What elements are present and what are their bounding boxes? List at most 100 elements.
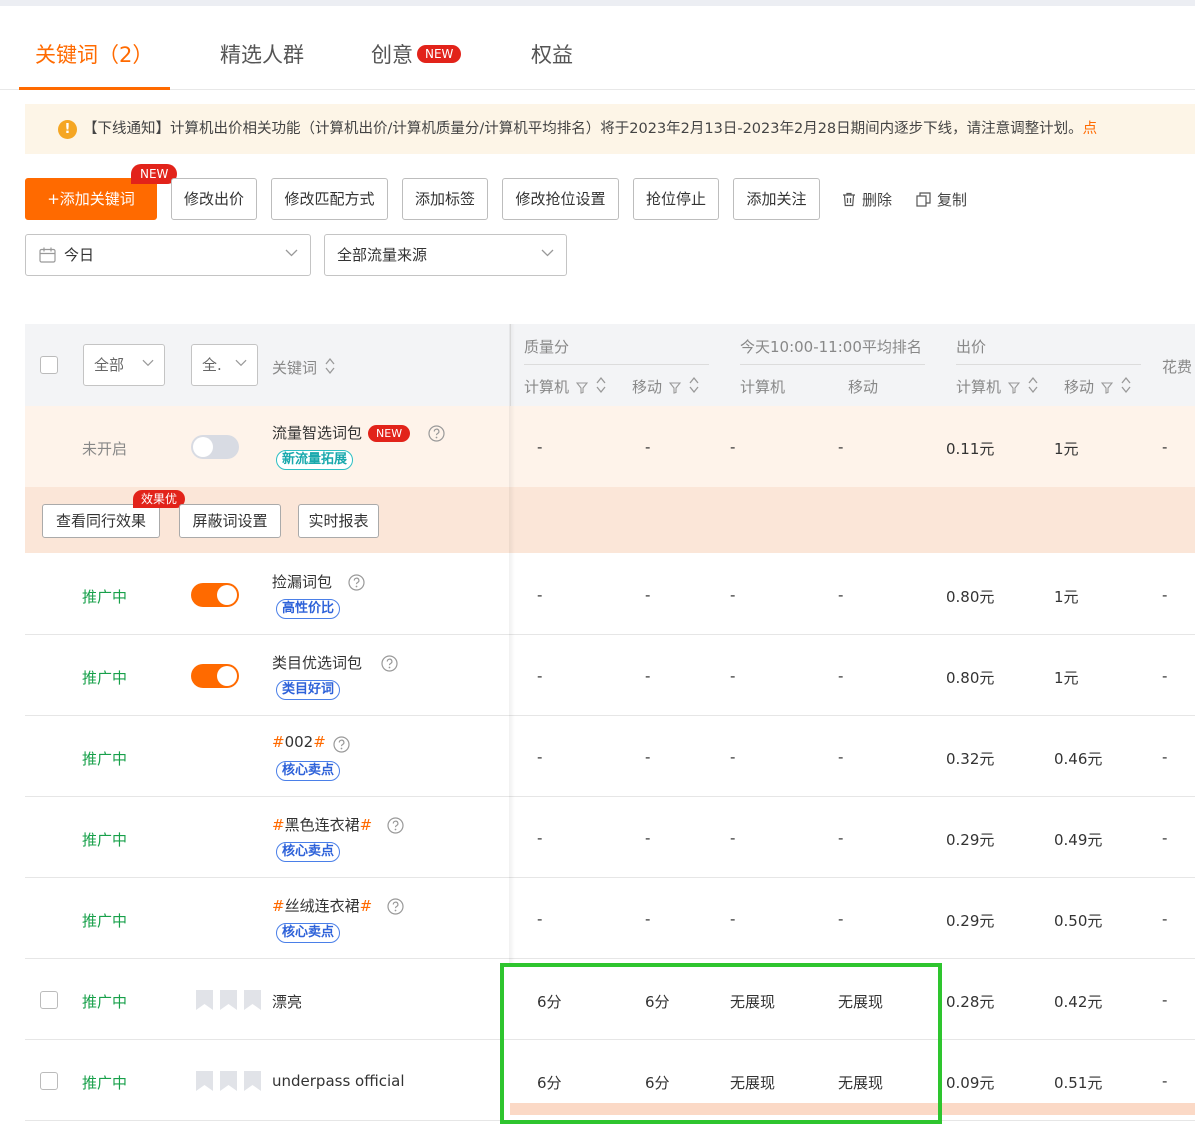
quality-pc-value: - — [537, 438, 543, 456]
quality-pc-value: - — [537, 910, 543, 928]
tab-rights[interactable]: 权益 — [531, 39, 573, 69]
bid-mobile-value: 1元 — [1054, 440, 1079, 458]
rank-mobile-value: - — [838, 748, 844, 766]
keyword-tag: 核心卖点 — [276, 923, 341, 943]
keyword-name-text: 流量智选词包 — [272, 424, 363, 442]
help-icon[interactable] — [387, 898, 404, 915]
hash-prefix: # — [272, 733, 285, 751]
table-row: 推广中 #丝绒连衣裙# 核心卖点 - - - - 0.29元 0.50元 - — [25, 878, 1195, 959]
copy-button[interactable]: 复制 — [916, 189, 967, 210]
keyword-name: 流量智选词包 NEW — [272, 422, 411, 443]
block-words-button[interactable]: 屏蔽词设置 — [179, 504, 281, 538]
bookmark-icon[interactable] — [195, 1070, 263, 1092]
status-text: 未开启 — [82, 440, 128, 458]
help-icon[interactable] — [428, 425, 445, 442]
rank-pc-value: - — [730, 438, 736, 456]
add-keyword-button[interactable]: +添加关键词 — [25, 178, 157, 220]
hash-prefix: # — [272, 897, 285, 915]
help-icon[interactable] — [333, 736, 350, 753]
help-icon[interactable] — [381, 655, 398, 672]
bookmark-icon[interactable] — [195, 989, 263, 1011]
status-text: 推广中 — [82, 588, 128, 606]
rank-mobile-value: 无展现 — [838, 993, 884, 1011]
quality-mobile-header[interactable]: 移动 — [632, 376, 700, 397]
filter-icon — [1100, 382, 1113, 394]
rank-mobile-value: - — [838, 586, 844, 604]
type-filter-select[interactable]: 全. — [191, 344, 258, 386]
package-actions-row: 查看同行效果 效果优 屏蔽词设置 实时报表 — [25, 487, 1195, 553]
keyword-name-text: 黑色连衣裙 — [284, 816, 360, 834]
help-icon[interactable] — [348, 574, 365, 591]
sort-icon — [1028, 376, 1038, 394]
delete-button[interactable]: 删除 — [842, 189, 892, 210]
quality-mobile-value: - — [645, 910, 651, 928]
bid-pc-value: 0.80元 — [946, 669, 995, 687]
tab-creative[interactable]: 创意 NEW — [371, 39, 462, 69]
tab-keywords[interactable]: 关键词（2） — [35, 39, 153, 69]
rank-pc-value: - — [730, 748, 736, 766]
cost-value: - — [1162, 748, 1168, 766]
peer-effect-button[interactable]: 查看同行效果 — [42, 504, 160, 538]
status-toggle[interactable] — [191, 583, 239, 607]
select-all-checkbox[interactable] — [40, 356, 58, 374]
hash-suffix: # — [359, 816, 373, 834]
type-filter-value: 全. — [202, 356, 222, 374]
bid-mobile-value: 0.42元 — [1054, 993, 1103, 1011]
rank-pc-value: 无展现 — [730, 1074, 776, 1092]
date-select[interactable]: 今日 — [25, 234, 311, 276]
quality-pc-value: - — [537, 667, 543, 685]
quality-mobile-label: 移动 — [632, 378, 663, 396]
modify-match-button[interactable]: 修改匹配方式 — [271, 178, 388, 220]
modify-bid-button[interactable]: 修改出价 — [171, 178, 257, 220]
status-toggle[interactable] — [191, 664, 239, 688]
help-icon[interactable] — [387, 817, 404, 834]
rank-mobile-value: 无展现 — [838, 1074, 884, 1092]
modify-rank-button[interactable]: 修改抢位设置 — [502, 178, 619, 220]
effect-badge: 效果优 — [133, 490, 186, 508]
status-toggle[interactable] — [191, 435, 239, 459]
keyword-header-label: 关键词 — [272, 359, 318, 377]
add-tag-button[interactable]: 添加标签 — [402, 178, 488, 220]
keyword-tag: 核心卖点 — [276, 842, 341, 862]
sort-icon — [1121, 376, 1131, 394]
rank-mobile-value: - — [838, 438, 844, 456]
keyword-name: #黑色连衣裙# — [272, 814, 372, 835]
copy-label: 复制 — [937, 191, 968, 209]
row-checkbox[interactable] — [40, 1072, 58, 1090]
bid-mobile-header[interactable]: 移动 — [1064, 376, 1132, 397]
realtime-report-button[interactable]: 实时报表 — [298, 504, 379, 538]
status-filter-select[interactable]: 全部 — [83, 344, 165, 386]
frozen-column-shadow — [509, 324, 515, 964]
bid-pc-header[interactable]: 计算机 — [956, 376, 1039, 397]
stop-rank-button[interactable]: 抢位停止 — [633, 178, 719, 220]
hash-prefix: # — [272, 816, 285, 834]
keyword-name: 捡漏词包 — [272, 573, 333, 591]
new-badge: NEW — [368, 425, 411, 442]
sort-icon — [689, 376, 699, 394]
chevron-down-icon — [235, 359, 247, 367]
rank-group-header: 今天10:00-11:00平均排名 — [740, 338, 922, 356]
keyword-column-header[interactable]: 关键词 — [272, 357, 336, 378]
notice-link[interactable]: 点 — [1083, 121, 1098, 137]
keyword-tag: 新流量拓展 — [276, 450, 354, 470]
tab-bar: 关键词（2） 精选人群 创意 NEW 权益 — [0, 6, 1195, 90]
sort-icon — [325, 357, 335, 375]
hash-suffix: # — [359, 897, 373, 915]
table-row: 推广中 #黑色连衣裙# 核心卖点 - - - - 0.29元 0.49元 - — [25, 797, 1195, 878]
keyword-name: #丝绒连衣裙# — [272, 895, 372, 916]
bid-pc-value: 0.29元 — [946, 831, 995, 849]
status-text: 推广中 — [82, 1074, 128, 1092]
row-checkbox[interactable] — [40, 991, 58, 1009]
traffic-source-value: 全部流量来源 — [337, 246, 428, 264]
quality-pc-header[interactable]: 计算机 — [524, 376, 607, 397]
bid-pc-value: 0.28元 — [946, 993, 995, 1011]
table-row: 推广中 #002# 核心卖点 - - - - 0.32元 0.46元 - — [25, 716, 1195, 797]
tab-audience[interactable]: 精选人群 — [220, 39, 304, 69]
table-row: 推广中 漂亮 6分 6分 无展现 无展现 0.28元 0.42元 - — [25, 959, 1195, 1040]
rank-mobile-header: 移动 — [848, 378, 879, 396]
traffic-source-select[interactable]: 全部流量来源 — [324, 234, 567, 276]
add-follow-button[interactable]: 添加关注 — [733, 178, 820, 220]
status-text: 推广中 — [82, 993, 128, 1011]
keyword-name: 漂亮 — [272, 993, 303, 1011]
delete-label: 删除 — [862, 191, 893, 209]
